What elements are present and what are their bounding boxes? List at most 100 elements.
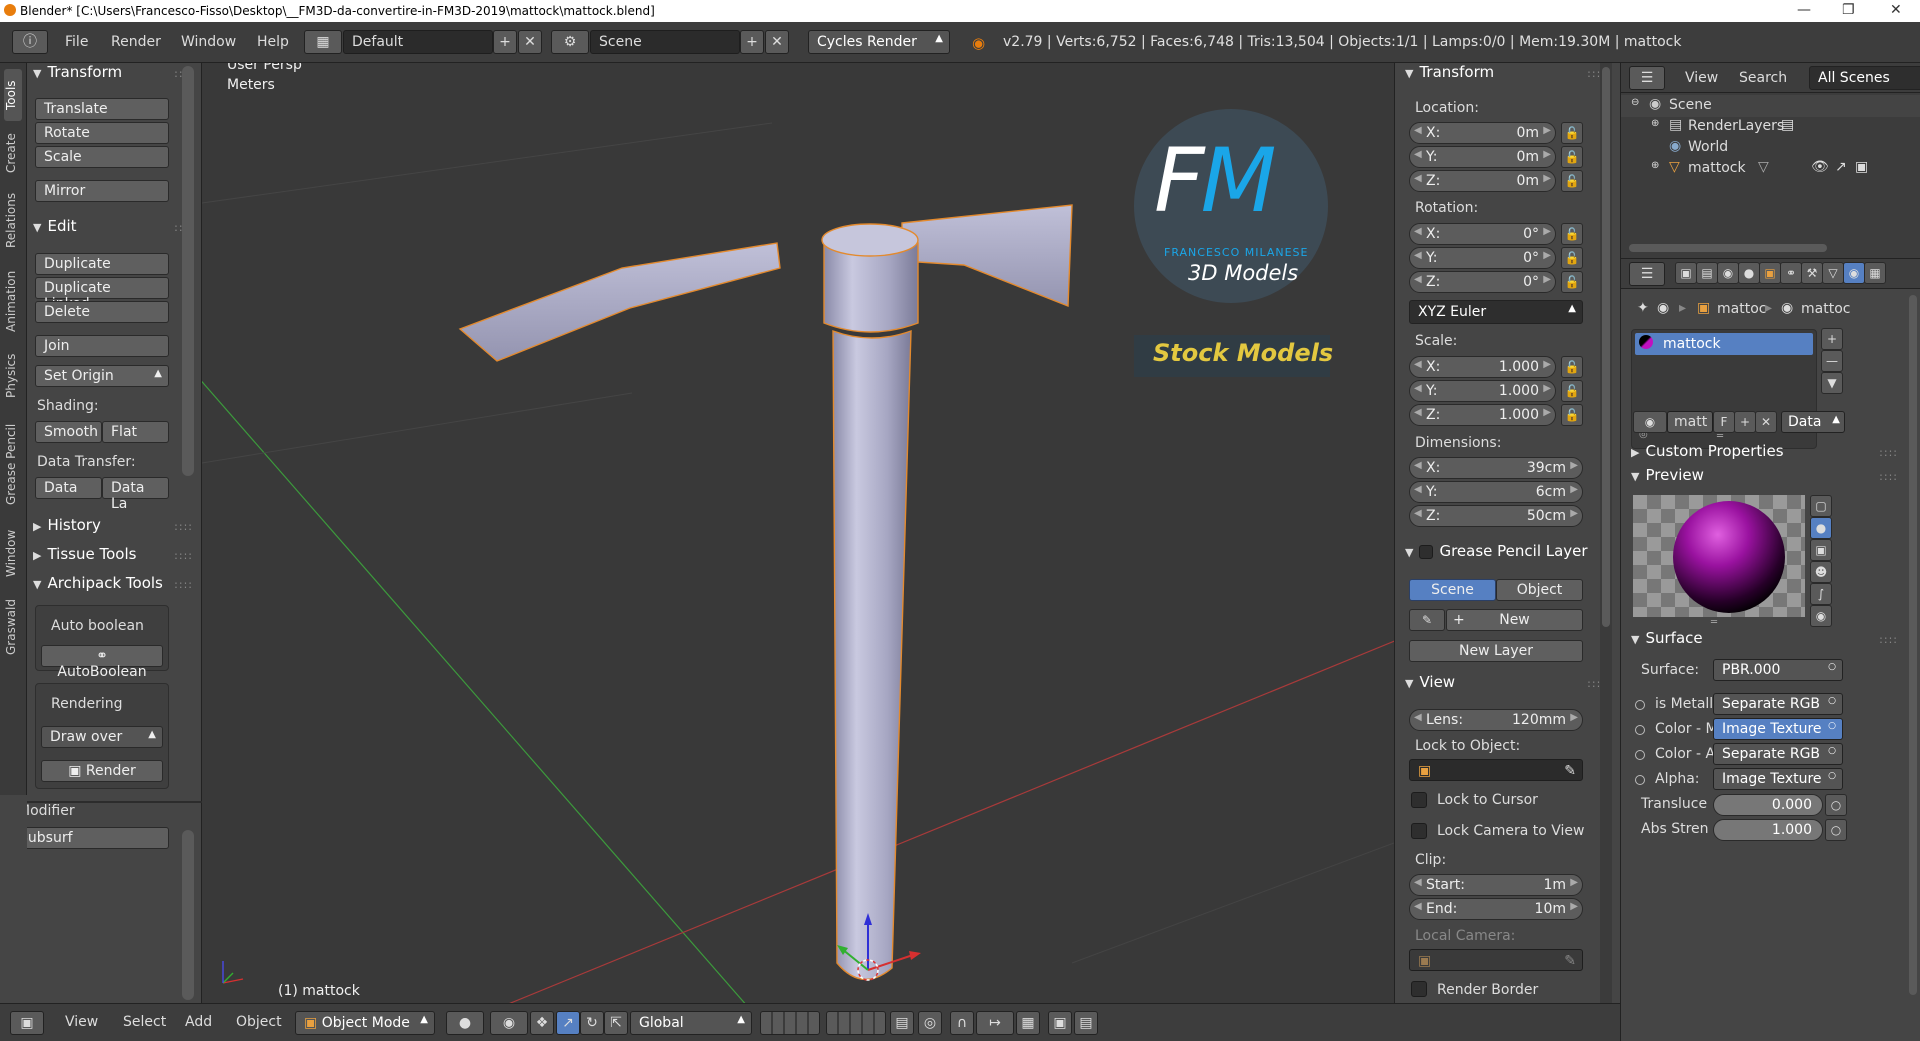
menu-object[interactable]: Object [236,1014,282,1030]
render-tab-icon[interactable]: ▣ [1675,262,1697,284]
input-color-ab-node[interactable]: Separate RGB ○ [1713,743,1843,765]
scene-breadcrumb-icon[interactable]: ◉ [1657,300,1669,316]
data-tab-icon[interactable]: ▽ [1822,262,1844,284]
scene-tab-icon[interactable]: ◉ [1717,262,1739,284]
location-z-field[interactable]: ◀ Z: 0m ▶ [1409,170,1556,192]
layers-grid-1[interactable] [760,1011,820,1035]
surface-shader-field[interactable]: PBR.000 ○ [1713,659,1843,681]
panel-grip-icon[interactable]: :::: [1879,633,1898,646]
layout-grid-icon[interactable]: ▦ [304,30,342,54]
outliner-search-menu[interactable]: Search [1739,70,1787,86]
transform-orientation-dropdown[interactable]: Global ▲ [630,1011,752,1035]
render-button[interactable]: ▣ Render [41,760,163,782]
grease-object-button[interactable]: Object [1496,579,1583,601]
world-tab-icon[interactable]: ● [1738,262,1760,284]
preview-monkey-icon[interactable]: ☻ [1810,561,1832,583]
render-border-checkbox[interactable] [1411,981,1427,997]
dimensions-x-field[interactable]: ◀ X: 39cm ▶ [1409,457,1583,479]
outliner-item-world[interactable]: World [1688,139,1728,155]
render-layers-tab-icon[interactable]: ▤ [1696,262,1718,284]
preview-flat-icon[interactable]: ▢ [1810,495,1832,517]
eyedropper-icon[interactable]: ✎ [1564,763,1576,779]
location-x-field[interactable]: ◀ X: 0m ▶ [1409,122,1556,144]
rotation-y-field[interactable]: ◀ Y: 0° ▶ [1409,247,1556,269]
input-socket-icon[interactable] [1635,725,1645,735]
menu-help[interactable]: Help [257,34,289,50]
remove-slot-icon[interactable]: — [1821,350,1843,372]
panel-grip-icon[interactable]: :::: [1879,470,1898,483]
input-color-ma-node[interactable]: Image Texture ○ [1713,718,1843,740]
add-layout-icon[interactable]: + [493,30,517,54]
data-transfer-button[interactable]: Data [35,477,102,499]
lock-rotation-y-icon[interactable]: 🔓 [1561,247,1583,269]
scale-manipulator-icon[interactable]: ⇱ [604,1011,628,1035]
selectable-cursor-icon[interactable]: ↗ [1835,159,1847,175]
add-slot-icon[interactable]: + [1821,328,1843,350]
view-props-header[interactable]: ▼ View [1405,673,1455,691]
panel-grip-icon[interactable]: :::: [1879,446,1898,459]
opengl-anim-icon[interactable]: ▤ [1074,1011,1098,1035]
material-name-field[interactable]: matt [1667,411,1713,433]
browse-material-icon[interactable]: ◉ [1633,411,1667,433]
object-tab-icon[interactable]: ▣ [1759,262,1781,284]
scale-x-field[interactable]: ◀ X: 1.000 ▶ [1409,356,1556,378]
menu-add[interactable]: Add [185,1014,212,1030]
preview-cube-icon[interactable]: ▣ [1810,539,1832,561]
abs-strength-slider[interactable]: 1.000 [1713,819,1823,841]
lock-rotation-z-icon[interactable]: 🔓 [1561,271,1583,293]
minimize-icon[interactable]: — [1797,2,1811,18]
rotate-manipulator-icon[interactable]: ↻ [580,1011,604,1035]
transluce-slider[interactable]: 0.000 [1713,794,1823,816]
outliner-view-menu[interactable]: View [1685,70,1718,86]
abs-strength-link-icon[interactable]: ○ [1825,819,1847,841]
menu-file[interactable]: File [65,34,88,50]
menu-view[interactable]: View [65,1014,98,1030]
snap-target-icon[interactable]: ▦ [1016,1011,1040,1035]
render-layers-extra-icon[interactable]: ▤ [1781,117,1794,133]
fake-user-button[interactable]: F [1713,411,1735,433]
opengl-render-icon[interactable]: ▣ [1048,1011,1072,1035]
propeditor-scrollbar[interactable] [1909,295,1917,995]
dimensions-y-field[interactable]: ◀ Y: 6cm ▶ [1409,481,1583,503]
modifiers-tab-icon[interactable]: ⚒ [1801,262,1823,284]
input-socket-icon[interactable] [1635,775,1645,785]
mesh-data-icon[interactable]: ▽ [1758,159,1769,175]
scale-y-field[interactable]: ◀ Y: 1.000 ▶ [1409,380,1556,402]
expand-icon[interactable]: ⊕ [1651,160,1659,171]
dimensions-z-field[interactable]: ◀ Z: 50cm ▶ [1409,505,1583,527]
shade-smooth-button[interactable]: Smooth [35,421,102,443]
input-is-metallic-node[interactable]: Separate RGB ○ [1713,693,1843,715]
lock-location-z-icon[interactable]: 🔓 [1561,170,1583,192]
input-socket-icon[interactable] [1635,700,1645,710]
set-origin-dropdown[interactable]: Set Origin ▲ [35,365,169,387]
preview-sky-icon[interactable]: ◉ [1810,605,1832,627]
location-y-field[interactable]: ◀ Y: 0m ▶ [1409,146,1556,168]
remove-layout-icon[interactable]: ✕ [518,30,542,54]
collapse-icon[interactable]: ⊖ [1631,97,1639,108]
translate-manipulator-icon[interactable]: ↗ [556,1011,580,1035]
unlink-material-icon[interactable]: ✕ [1755,411,1777,433]
rotation-mode-dropdown[interactable]: XYZ Euler ▲ [1409,300,1583,324]
menu-window[interactable]: Window [181,34,236,50]
transform-panel-header[interactable]: ▼ Transform [33,63,122,81]
tab-grease-pencil[interactable]: Grease Pencil [4,409,22,519]
properties-region-scrollbar[interactable] [1600,63,1612,1008]
outliner-editor-icon[interactable]: ☰ [1629,66,1665,90]
input-socket-icon[interactable] [1635,750,1645,760]
slot-menu-icon[interactable]: ▼ [1821,372,1843,394]
menu-select[interactable]: Select [123,1014,166,1030]
archipack-panel-header[interactable]: ▼ Archipack Tools [33,574,175,592]
render-camera-icon[interactable]: ▣ [1855,159,1868,175]
viewport-editor-icon[interactable]: ▣ [10,1011,44,1035]
scene-field[interactable]: Scene [590,30,740,54]
preview-grip-icon[interactable]: ═ [1711,617,1717,628]
outliner-display-dropdown[interactable]: All Scenes [1809,66,1920,90]
edit-panel-header[interactable]: ▼ Edit [33,217,77,235]
duplicate-linked-button[interactable]: Duplicate Linked [35,277,169,312]
history-panel-header[interactable]: ▶ History [33,516,101,534]
input-alpha-node[interactable]: Image Texture ○ [1713,768,1843,790]
duplicate-button[interactable]: Duplicate [35,253,169,275]
outliner-item-mattock[interactable]: mattock [1688,160,1746,176]
tab-window[interactable]: Window [4,523,22,583]
new-material-icon[interactable]: + [1734,411,1756,433]
